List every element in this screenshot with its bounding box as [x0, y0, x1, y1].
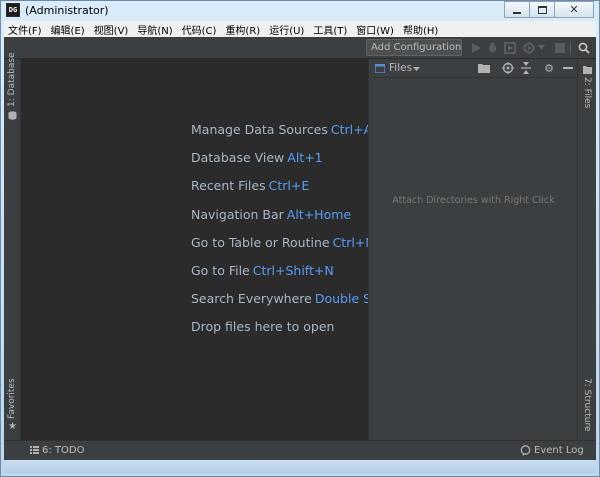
- gear-icon[interactable]: ⚙: [543, 62, 555, 75]
- todo-tab[interactable]: 6: TODO: [42, 445, 84, 456]
- favorites-tab-label: Favorites: [7, 378, 17, 419]
- window-bottom-border: [4, 460, 596, 473]
- menu-window[interactable]: 窗口(W): [356, 22, 394, 37]
- main-toolbar: Add Configuration...: [4, 37, 596, 59]
- structure-tab-label: 7: Structure: [582, 378, 592, 432]
- database-tab[interactable]: 1: Database: [4, 52, 21, 123]
- hint-search-everywhere: Search EverywhereDouble Shif: [191, 291, 368, 306]
- menu-edit[interactable]: 编辑(E): [51, 22, 85, 37]
- right-tool-strip: 2: Files 7: Structure: [577, 59, 596, 440]
- event-log-tab[interactable]: Event Log: [534, 445, 584, 456]
- maximize-icon: [537, 5, 547, 14]
- files-tab-label: 2: Files: [582, 77, 592, 109]
- toolbar-separator: [570, 41, 571, 55]
- hint-manage-data-sources: Manage Data SourcesCtrl+Alt+: [191, 122, 368, 137]
- hint-text: Drop files here to open: [191, 319, 335, 334]
- run-icon[interactable]: [469, 41, 482, 54]
- database-tab-label: 1: Database: [7, 52, 17, 107]
- status-bar: 6: TODO Event Log: [4, 440, 596, 460]
- menu-navigate[interactable]: 导航(N): [137, 22, 172, 37]
- add-configuration-button[interactable]: Add Configuration...: [366, 39, 462, 56]
- files-view-selector[interactable]: Files: [389, 62, 412, 74]
- debug-icon[interactable]: [486, 41, 499, 54]
- search-icon[interactable]: [577, 41, 590, 54]
- minimize-icon: [513, 11, 521, 14]
- hint-recent-files: Recent Files Ctrl+E: [191, 178, 309, 193]
- hint-text: Search Everywhere: [191, 291, 312, 306]
- stop-icon[interactable]: [553, 41, 566, 54]
- files-view-icon: [375, 64, 385, 73]
- todo-list-icon: [30, 446, 39, 454]
- hint-go-to-table: Go to Table or RoutineCtrl+N: [191, 235, 368, 250]
- hint-shortcut: Alt+Home: [286, 207, 352, 222]
- menu-file[interactable]: 文件(F): [8, 22, 42, 37]
- hint-database-view: Database View Alt+1: [191, 150, 323, 165]
- window-controls: ✕: [504, 1, 594, 18]
- hint-shortcut: Alt+1: [287, 150, 323, 165]
- hint-text: Go to Table or Routine: [191, 235, 330, 250]
- hint-text: Go to File: [191, 263, 250, 278]
- hint-text: Navigation Bar: [191, 207, 284, 222]
- editor-welcome-area[interactable]: Manage Data SourcesCtrl+Alt+ Database Vi…: [21, 59, 368, 440]
- menu-view[interactable]: 视图(V): [94, 22, 129, 37]
- hint-text: Database View: [191, 150, 285, 165]
- hint-shortcut: Ctrl+Alt+: [330, 122, 368, 137]
- files-tab[interactable]: 2: Files: [578, 62, 596, 108]
- hint-text: Recent Files: [191, 178, 266, 193]
- collapse-all-icon[interactable]: [520, 62, 532, 74]
- hint-navigation-bar: Navigation Bar Alt+Home: [191, 207, 351, 222]
- hint-go-to-file: Go to File Ctrl+Shift+N: [191, 263, 334, 278]
- files-header: Files ⚙: [369, 59, 578, 78]
- open-folder-icon[interactable]: [478, 62, 490, 74]
- menu-run[interactable]: 运行(U): [269, 22, 304, 37]
- locate-icon[interactable]: [502, 62, 514, 74]
- files-empty-message: Attach Directories with Right Click: [392, 195, 555, 206]
- menu-refactor[interactable]: 重构(R): [225, 22, 260, 37]
- event-log-icon: [520, 445, 531, 456]
- app-logo-icon: DG: [6, 3, 20, 17]
- close-button[interactable]: ✕: [554, 1, 594, 18]
- hint-drop-files: Drop files here to open: [191, 319, 334, 334]
- folder-icon: [583, 66, 592, 74]
- hint-shortcut: Ctrl+E: [268, 178, 310, 193]
- database-icon: [8, 111, 17, 120]
- close-icon: ✕: [569, 3, 579, 16]
- menu-tools[interactable]: 工具(T): [313, 22, 347, 37]
- hint-text: Manage Data Sources: [191, 122, 328, 137]
- left-tool-strip: 1: Database Favorites ★: [4, 52, 21, 440]
- menu-bar: 文件(F) 编辑(E) 视图(V) 导航(N) 代码(C) 重构(R) 运行(U…: [4, 21, 596, 37]
- menu-help[interactable]: 帮助(H): [403, 22, 438, 37]
- maximize-button[interactable]: [529, 1, 555, 18]
- dropdown-icon[interactable]: [537, 41, 545, 54]
- title-bar[interactable]: DG (Administrator) ✕: [0, 0, 600, 21]
- hint-shortcut: Double Shif: [314, 291, 368, 306]
- coverage-icon[interactable]: [503, 41, 516, 54]
- star-icon: ★: [8, 421, 17, 432]
- files-tool-window: Files ⚙ Attach Directories with Right Cl…: [368, 59, 578, 440]
- menu-code[interactable]: 代码(C): [182, 22, 217, 37]
- hint-shortcut: Ctrl+N: [332, 235, 368, 250]
- chevron-down-icon[interactable]: [413, 67, 420, 71]
- favorites-tab[interactable]: Favorites ★: [4, 377, 21, 437]
- hide-panel-icon[interactable]: [562, 62, 574, 74]
- window-title: (Administrator): [25, 4, 109, 17]
- profile-icon[interactable]: [522, 41, 535, 54]
- hint-shortcut: Ctrl+Shift+N: [252, 263, 334, 278]
- minimize-button[interactable]: [504, 1, 530, 18]
- structure-tab[interactable]: 7: Structure: [578, 375, 596, 437]
